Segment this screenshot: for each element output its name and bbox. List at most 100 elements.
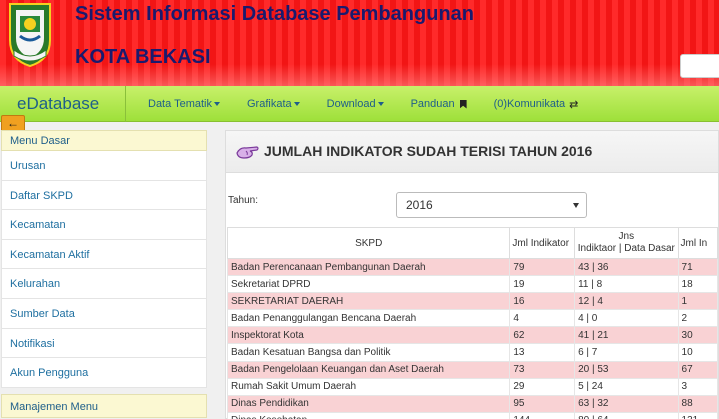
table-row: Badan Penanggulangan Bencana Daerah 4 4 | … <box>226 309 719 328</box>
cell-jml-indikator: 4 <box>509 309 576 328</box>
cell-jml-in: 3 <box>677 377 719 396</box>
sidebar-section-menu-dasar: Menu Dasar <box>1 130 207 151</box>
cell-skpd: SEKRETARIAT DAERAH <box>226 292 511 311</box>
nav-item-download[interactable]: Download <box>327 98 384 110</box>
cell-skpd: Dinas Kesehatan <box>226 411 511 419</box>
table-row: Dinas Kesehatan14480 | 64131 <box>226 411 719 419</box>
nav-item-label: Download <box>326 98 376 110</box>
cell-jns: 11 | 8 <box>574 275 679 294</box>
caret-down-icon <box>377 102 384 106</box>
nav-item-label: Grafikata <box>247 98 292 110</box>
cell-jns: 80 | 64 <box>574 411 679 419</box>
nav-item-data-tematik[interactable]: Data Tematik <box>148 98 220 110</box>
column-header-jns-line2: Indiktaor | Data Dasar <box>577 243 675 254</box>
sidebar-item-daftar-skpd[interactable]: Daftar SKPD <box>1 180 207 211</box>
nav-item-label: (0)Komunikata <box>493 98 566 110</box>
cell-skpd: Dinas Pendidikan <box>226 394 511 413</box>
nav-item-panduan[interactable]: Panduan <box>411 98 467 110</box>
column-header-jns-line1: Jns <box>618 231 635 242</box>
cell-jml-in: 1 <box>677 292 719 311</box>
cell-jns: 20 | 53 <box>574 360 679 379</box>
site-subtitle: KOTA BEKASI <box>75 46 211 68</box>
cell-jml-indikator: 13 <box>509 343 576 362</box>
nav-item-label: Data Tematik <box>148 98 212 110</box>
cell-jml-in: 88 <box>677 394 719 413</box>
caret-down-icon <box>293 102 300 106</box>
cell-jml-in: 18 <box>677 275 719 294</box>
tahun-select-value: 2016 <box>406 198 433 212</box>
indikator-table: SKPD Jml Indikator Jns Indiktaor | Data … <box>226 227 719 419</box>
sidebar-item-urusan[interactable]: Urusan <box>1 151 207 181</box>
cell-jml-in: 2 <box>677 309 719 328</box>
site-header: Sistem Informasi Database Pembangunan KO… <box>0 0 719 86</box>
sidebar: Menu Dasar Urusan Daftar SKPD Kecamatan … <box>1 130 207 419</box>
cell-jml-indikator: 29 <box>509 377 576 396</box>
tahun-label: Tahun: <box>228 195 259 206</box>
cell-jml-indikator: 144 <box>509 411 576 419</box>
column-header-jml-in[interactable]: Jml In <box>677 227 719 259</box>
cell-jml-indikator: 16 <box>509 292 576 311</box>
cell-jml-in: 71 <box>677 257 719 277</box>
cell-jml-in: 10 <box>677 343 719 362</box>
table-row: Inspektorat Kota 62 41 | 21 30 <box>226 326 719 345</box>
cell-jml-in: 67 <box>677 360 719 379</box>
sidebar-item-kelurahan[interactable]: Kelurahan <box>1 269 207 299</box>
column-header-skpd[interactable]: SKPD <box>226 227 511 259</box>
page-title: JUMLAH INDIKATOR SUDAH TERISI TAHUN 2016 <box>264 143 593 159</box>
sidebar-item-sumber-data[interactable]: Sumber Data <box>1 298 207 329</box>
cell-skpd: Badan Pengelolaan Keuangan dan Aset Daer… <box>226 360 511 379</box>
site-title: Sistem Informasi Database Pembangunan <box>75 3 475 25</box>
column-header-jns[interactable]: Jns Indiktaor | Data Dasar <box>574 227 679 259</box>
main-panel: JUMLAH INDIKATOR SUDAH TERISI TAHUN 2016… <box>225 130 719 419</box>
table-row: Badan Kesatuan Bangsa dan Politik 13 6 | 7… <box>226 343 719 362</box>
kota-bekasi-logo <box>9 3 51 68</box>
cell-skpd: Badan Penanggulangan Bencana Daerah <box>226 309 511 328</box>
cell-jml-indikator: 19 <box>509 275 576 294</box>
page: Sistem Informasi Database Pembangunan KO… <box>0 0 719 419</box>
bookmark-icon <box>459 99 467 109</box>
sidebar-section-manajemen-menu[interactable]: Manajemen Menu <box>1 393 207 418</box>
cell-skpd: Inspektorat Kota <box>226 326 511 345</box>
table-row: SEKRETARIAT DAERAH 16 12 | 41 <box>226 292 719 311</box>
dropdown-arrow-icon <box>573 203 579 208</box>
cell-jns: 5 | 24 <box>574 377 679 396</box>
cell-jml-indikator: 79 <box>509 257 576 277</box>
column-header-jml-indikator[interactable]: Jml Indikator <box>509 227 576 259</box>
nav-item-label: Panduan <box>410 98 455 110</box>
table-row: Badan Pengelolaan Keuangan dan Aset Daer… <box>226 360 719 379</box>
cell-skpd: Badan Kesatuan Bangsa dan Politik <box>226 343 511 362</box>
tahun-select[interactable]: 2016 <box>396 192 587 218</box>
sidebar-item-akun-pengguna[interactable]: Akun Pengguna <box>1 358 207 388</box>
hand-pointer-icon <box>236 146 259 159</box>
cell-skpd: Rumah Sakit Umum Daerah <box>226 377 511 396</box>
cell-jns: 6 | 7 <box>574 343 679 362</box>
caret-down-icon <box>214 102 220 106</box>
table-row: Badan Perencanaan Pembangunan Daerah 79 43… <box>226 257 719 277</box>
panel-header: JUMLAH INDIKATOR SUDAH TERISI TAHUN 2016 <box>226 131 718 173</box>
table-row: Rumah Sakit Umum Daerah 29 5 | 24 3 <box>226 377 719 396</box>
nav-menu: Data Tematik Grafikata Download Panduan … <box>148 86 605 122</box>
search-input[interactable] <box>680 54 719 78</box>
cell-jml-in: 131 <box>677 411 719 419</box>
cell-skpd: Badan Perencanaan Pembangunan Daerah <box>226 257 511 277</box>
cell-jns: 4 | 0 <box>574 309 679 328</box>
cell-jns: 63 | 32 <box>574 394 679 413</box>
nav-item-grafikata[interactable]: Grafikata <box>247 98 300 110</box>
table-row: Sekretariat DPRD 19 11 | 8 18 <box>226 275 719 294</box>
sidebar-item-kecamatan[interactable]: Kecamatan <box>1 210 207 240</box>
cell-jns: 41 | 21 <box>574 326 679 345</box>
cell-jml-indikator: 73 <box>509 360 576 379</box>
cell-jns: 12 | 4 <box>574 292 679 311</box>
cell-skpd: Sekretariat DPRD <box>226 275 511 294</box>
cell-jml-indikator: 62 <box>509 326 576 345</box>
retweet-icon: ⇄ <box>569 98 579 111</box>
table-row: Dinas Pendidikan 95 63 | 32 88 <box>226 394 719 413</box>
nav-item-komunikata[interactable]: (0)Komunikata ⇄ <box>494 98 579 111</box>
cell-jml-indikator: 95 <box>509 394 576 413</box>
sidebar-item-kecamatan-aktif[interactable]: Kecamatan Aktif <box>1 239 207 270</box>
table-body: Badan Perencanaan Pembangunan Daerah 79 43… <box>226 257 719 419</box>
main-navbar: eDatabase Data Tematik Grafikata Downloa… <box>0 86 719 122</box>
cell-jml-in: 30 <box>677 326 719 345</box>
cell-jns: 43 | 36 <box>574 257 679 277</box>
sidebar-item-notifikasi[interactable]: Notifikasi <box>1 328 207 359</box>
